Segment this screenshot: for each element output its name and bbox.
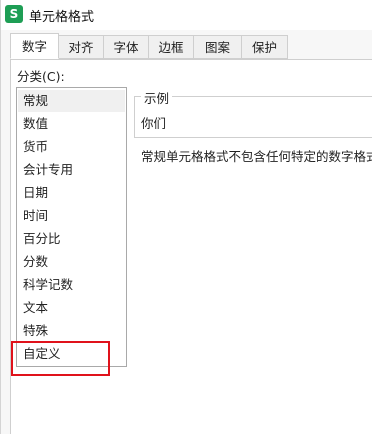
format-description: 常规单元格格式不包含任何特定的数字格式。 [141,149,372,164]
category-item-number[interactable]: 数值 [18,113,125,135]
tab-protection[interactable]: 保护 [242,35,288,59]
category-item-general[interactable]: 常规 [18,90,125,112]
sample-preview-value: 你们 [141,116,167,131]
tab-pattern[interactable]: 图案 [194,35,242,59]
sample-legend: 示例 [141,88,173,107]
custom-category-highlight-box [11,341,110,376]
category-item-currency[interactable]: 货币 [18,136,125,158]
category-item-time[interactable]: 时间 [18,205,125,227]
category-list[interactable]: 常规 数值 货币 会计专用 日期 时间 百分比 分数 科学记数 文本 特殊 自定… [16,87,127,367]
format-cells-dialog: S 单元格格式 数字 对齐 字体 边框 图案 保护 分类(C): 常规 数值 货… [0,0,372,434]
dialog-title: 单元格格式 [29,10,95,25]
category-item-special[interactable]: 特殊 [18,320,125,342]
wps-spreadsheet-app-icon: S [5,5,23,23]
tab-alignment[interactable]: 对齐 [59,35,104,59]
tab-bar: 数字 对齐 字体 边框 图案 保护 [10,33,288,60]
tab-number[interactable]: 数字 [10,33,59,59]
title-bar: S 单元格格式 [1,0,372,30]
category-item-date[interactable]: 日期 [18,182,125,204]
tab-font[interactable]: 字体 [104,35,149,59]
category-item-fraction[interactable]: 分数 [18,251,125,273]
category-item-text[interactable]: 文本 [18,297,125,319]
category-item-scientific[interactable]: 科学记数 [18,274,125,296]
tab-border[interactable]: 边框 [149,35,194,59]
category-item-accounting[interactable]: 会计专用 [18,159,125,181]
category-label: 分类(C): [17,69,65,84]
category-item-percentage[interactable]: 百分比 [18,228,125,250]
